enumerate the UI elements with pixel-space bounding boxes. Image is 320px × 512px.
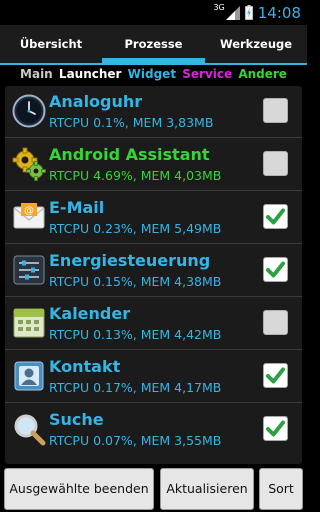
clock-icon (12, 94, 46, 128)
process-stats: RTCPU 4.69%, MEM 4,03MB (49, 168, 222, 183)
checkmark-icon (266, 208, 285, 225)
row-divider (5, 402, 302, 403)
filter-other[interactable]: Andere (238, 67, 287, 81)
tab-processes[interactable]: Prozesse (102, 25, 205, 63)
process-name: Kalender (49, 304, 131, 323)
contact-icon (14, 361, 44, 391)
checkmark-icon (266, 261, 285, 278)
tab-bar: Übersicht Prozesse Werkzeuge (0, 25, 307, 65)
process-row[interactable]: Kalender RTCPU 0.13%, MEM 4,42MB (5, 298, 302, 350)
tab-overview[interactable]: Übersicht (0, 25, 102, 63)
process-stats: RTCPU 0.23%, MEM 5,49MB (49, 221, 222, 236)
process-row[interactable]: Suche RTCPU 0.07%, MEM 3,55MB (5, 404, 302, 456)
process-stats: RTCPU 0.1%, MEM 3,83MB (49, 115, 214, 130)
process-checkbox[interactable] (263, 257, 288, 282)
svg-text:@: @ (24, 206, 34, 217)
kill-selected-button[interactable]: Ausgewählte beenden (4, 468, 154, 510)
refresh-button[interactable]: Aktualisieren (160, 468, 254, 510)
tab-tools[interactable]: Werkzeuge (205, 25, 307, 63)
checkmark-icon (266, 367, 285, 384)
gears-icon (12, 147, 46, 181)
process-row[interactable]: @ E-Mail RTCPU 0.23%, MEM 5,49MB (5, 192, 302, 244)
process-name: Suche (49, 410, 104, 429)
tab-selected-indicator (102, 58, 205, 63)
network-type: 3G (213, 3, 225, 12)
status-icons: 3G 14:08 (213, 0, 301, 25)
process-checkbox[interactable] (263, 151, 288, 176)
email-icon: @ (13, 203, 45, 229)
row-divider (5, 137, 302, 138)
process-stats: RTCPU 0.15%, MEM 4,38MB (49, 274, 222, 289)
process-row[interactable]: Android Assistant RTCPU 4.69%, MEM 4,03M… (5, 139, 302, 191)
row-divider (5, 243, 302, 244)
signal-icon (225, 5, 240, 20)
process-list[interactable]: Analoguhr RTCPU 0.1%, MEM 3,83MB Android… (5, 86, 302, 464)
process-checkbox[interactable] (263, 310, 288, 335)
process-row[interactable]: Analoguhr RTCPU 0.1%, MEM 3,83MB (5, 86, 302, 138)
bottom-action-bar: Ausgewählte beenden Aktualisieren Sort (0, 464, 307, 512)
power-control-icon (13, 255, 45, 285)
process-stats: RTCPU 0.13%, MEM 4,42MB (49, 327, 222, 342)
tab-label: Übersicht (19, 37, 83, 51)
category-filter-bar: Main Launcher Widget Service Andere (0, 65, 307, 84)
process-row[interactable]: Kontakt RTCPU 0.17%, MEM 4,17MB (5, 351, 302, 403)
process-name: E-Mail (49, 198, 105, 217)
tab-label: Werkzeuge (219, 37, 293, 51)
filter-widget[interactable]: Widget (128, 67, 176, 81)
process-checkbox[interactable] (263, 363, 288, 388)
search-icon (14, 414, 46, 446)
process-checkbox[interactable] (263, 98, 288, 123)
filter-launcher[interactable]: Launcher (59, 67, 122, 81)
tab-label: Prozesse (124, 37, 183, 51)
process-stats: RTCPU 0.07%, MEM 3,55MB (49, 433, 222, 448)
filter-main[interactable]: Main (20, 67, 53, 81)
process-checkbox[interactable] (263, 416, 288, 441)
row-divider (5, 296, 302, 297)
process-name: Energiesteuerung (49, 251, 211, 270)
status-bar: 3G 14:08 (0, 0, 307, 25)
filter-service[interactable]: Service (182, 67, 232, 81)
battery-charging-icon (244, 5, 253, 20)
row-divider (5, 349, 302, 350)
row-divider (5, 190, 302, 191)
process-checkbox[interactable] (263, 204, 288, 229)
clock: 14:08 (257, 3, 301, 22)
checkmark-icon (266, 420, 285, 437)
sort-button[interactable]: Sort (259, 468, 303, 510)
process-name: Analoguhr (49, 92, 143, 111)
process-name: Android Assistant (49, 145, 210, 164)
process-name: Kontakt (49, 357, 121, 376)
calendar-icon (13, 308, 45, 338)
process-row[interactable]: Energiesteuerung RTCPU 0.15%, MEM 4,38MB (5, 245, 302, 297)
process-stats: RTCPU 0.17%, MEM 4,17MB (49, 380, 222, 395)
